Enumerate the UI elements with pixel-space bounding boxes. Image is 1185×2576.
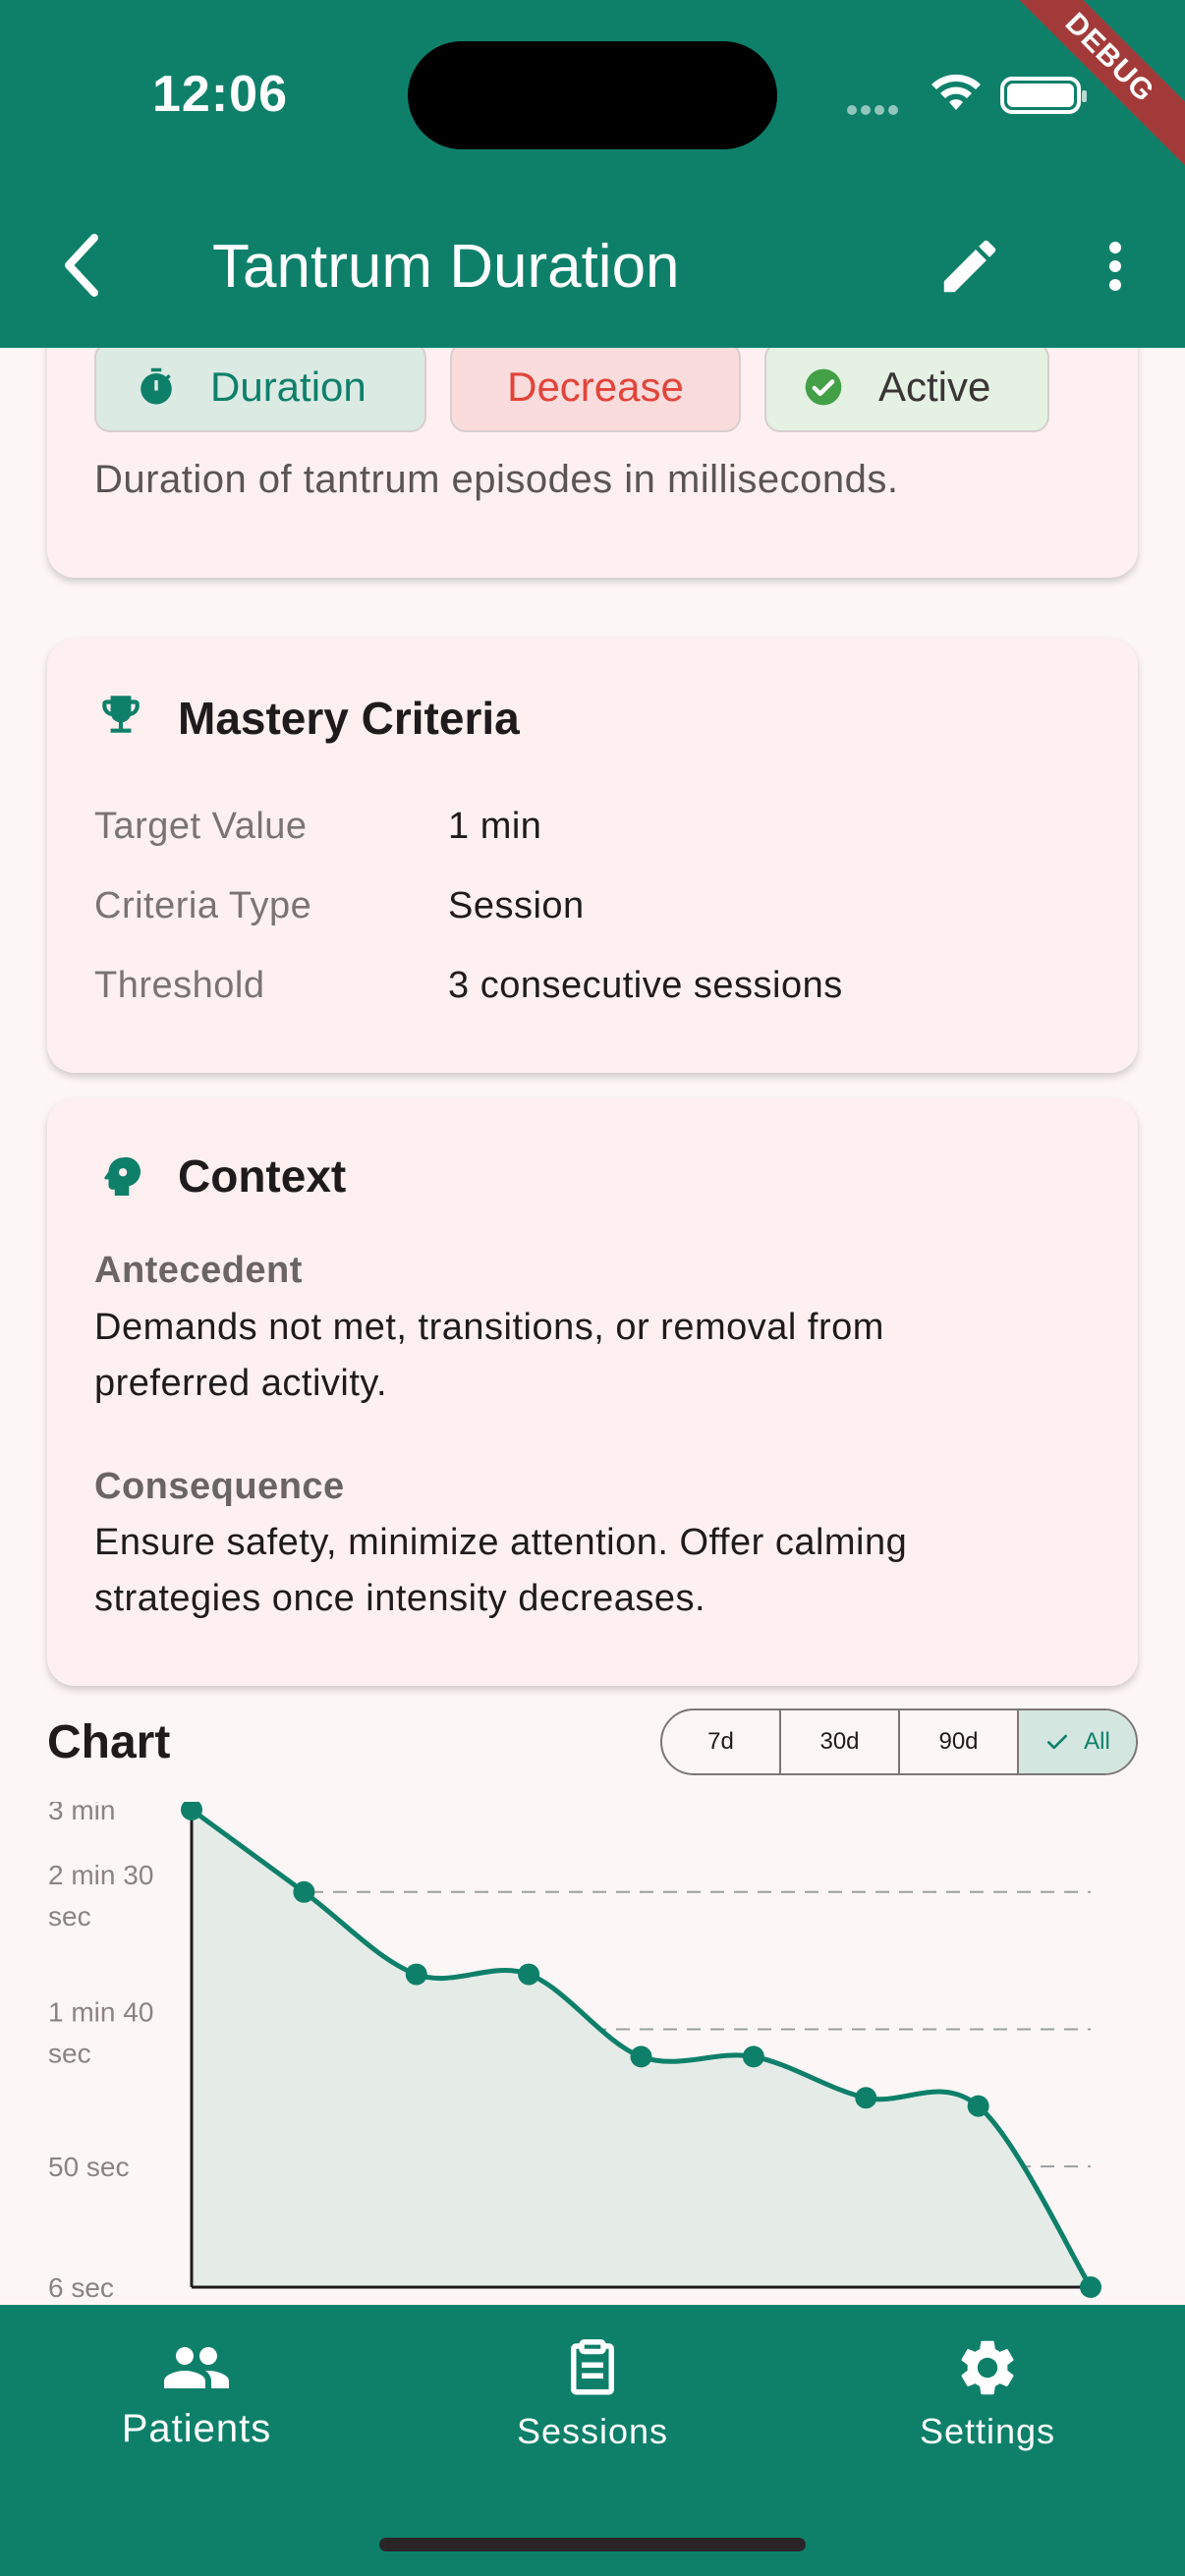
consequence-line-2: strategies once intensity decreases. (94, 1578, 706, 1619)
mastery-criteria-card: Mastery Criteria Target Value 1 min Crit… (47, 639, 1138, 1073)
range-90d-label: 90d (938, 1728, 979, 1755)
bottom-navigation: Patients Sessions Settings (0, 2305, 1185, 2576)
chart-point (405, 1963, 427, 1986)
consequence-text: Ensure safety, minimize attention. Offer… (94, 1515, 1087, 1627)
antecedent-text: Demands not met, transitions, or removal… (94, 1300, 1087, 1412)
context-title: Context (178, 1150, 347, 1202)
threshold-label: Threshold (94, 965, 265, 1006)
nav-patients[interactable]: Patients (69, 2328, 324, 2451)
chart-y-tick-label: 3 min (48, 1802, 115, 1825)
summary-card: Duration Decrease Active Duration of tan… (47, 348, 1138, 578)
more-options-button[interactable] (1091, 232, 1140, 301)
check-icon (1044, 1729, 1070, 1755)
debug-label: DEBUG (1008, 0, 1185, 175)
status-time: 12:06 (152, 66, 288, 123)
check-circle-icon (802, 365, 845, 409)
chart-point (630, 2045, 652, 2068)
debug-banner: DEBUG (1008, 0, 1185, 177)
pencil-icon (943, 240, 996, 293)
chart-y-tick-label: 50 sec (48, 2152, 130, 2182)
range-7d-label: 7d (707, 1728, 734, 1755)
antecedent-label: Antecedent (94, 1250, 303, 1291)
nav-sessions-label: Sessions (516, 2411, 669, 2451)
target-value: 1 min (448, 806, 542, 847)
range-selector: 7d 30d 90d All (660, 1708, 1138, 1775)
chart-y-tick-label: sec (48, 1901, 91, 1932)
consequence-label: Consequence (94, 1466, 345, 1507)
direction-chip: Decrease (450, 348, 741, 432)
more-vert-icon (1109, 242, 1121, 291)
target-value-label: Target Value (94, 806, 308, 847)
range-90d-button[interactable]: 90d (900, 1710, 1019, 1773)
edit-button[interactable] (935, 232, 1004, 301)
nav-settings-label: Settings (919, 2411, 1056, 2451)
antecedent-line-1: Demands not met, transitions, or removal… (94, 1307, 884, 1348)
range-all-label: All (1084, 1728, 1110, 1755)
nav-sessions[interactable]: Sessions (465, 2328, 720, 2452)
criteria-type-label: Criteria Type (94, 885, 312, 926)
nav-settings[interactable]: Settings (860, 2328, 1115, 2452)
chart-point (518, 1963, 540, 1986)
home-indicator (379, 2538, 806, 2551)
chart-y-tick-label: 1 min 40 (48, 1996, 153, 2027)
status-chip: Active (764, 348, 1049, 432)
back-button[interactable] (49, 224, 118, 307)
behavior-description: Duration of tantrum episodes in millisec… (94, 458, 899, 501)
people-icon (69, 2328, 324, 2407)
trophy-icon (96, 690, 145, 744)
timer-icon (136, 366, 177, 408)
chart-title: Chart (47, 1716, 171, 1768)
range-7d-button[interactable]: 7d (662, 1710, 781, 1773)
threshold-value: 3 consecutive sessions (448, 965, 843, 1006)
criteria-type-value: Session (448, 885, 585, 926)
psychology-icon (96, 1151, 145, 1205)
wifi-icon (928, 71, 985, 119)
chart-point (1080, 2276, 1101, 2298)
range-30d-button[interactable]: 30d (781, 1710, 900, 1773)
direction-chip-label: Decrease (507, 364, 684, 410)
consequence-line-1: Ensure safety, minimize attention. Offer… (94, 1522, 908, 1563)
chart-point (293, 1880, 315, 1903)
content-scroll[interactable]: Duration Decrease Active Duration of tan… (0, 348, 1185, 2305)
dynamic-island (408, 41, 777, 149)
chevron-left-icon (65, 234, 98, 297)
mastery-title: Mastery Criteria (178, 693, 520, 744)
range-30d-label: 30d (819, 1728, 860, 1755)
clipboard-icon (465, 2328, 720, 2407)
chart-y-tick-label: 2 min 30 (48, 1860, 153, 1890)
type-chip-label: Duration (210, 364, 367, 410)
nav-patients-label: Patients (121, 2407, 272, 2450)
duration-chart: 3 min 2 min 30 sec 1 min 40 sec 50 sec 6 sec (48, 1802, 1101, 2303)
chart-point (855, 2087, 877, 2109)
type-chip: Duration (94, 348, 426, 432)
chart-point (742, 2045, 764, 2068)
page-title: Tantrum Duration (212, 233, 680, 301)
antecedent-line-2: preferred activity. (94, 1363, 388, 1404)
chart-y-tick-label: sec (48, 2038, 91, 2068)
gear-icon (860, 2328, 1115, 2407)
range-all-button[interactable]: All (1019, 1710, 1136, 1773)
chart-point (967, 2095, 989, 2117)
status-chip-label: Active (878, 364, 991, 410)
app-bar: 12:06 DEBUG Tantrum Duration (0, 0, 1185, 348)
chart-y-tick-label: 6 sec (48, 2272, 114, 2303)
cellular-signal-icon (847, 102, 908, 115)
context-card: Context Antecedent Demands not met, tran… (47, 1098, 1138, 1686)
